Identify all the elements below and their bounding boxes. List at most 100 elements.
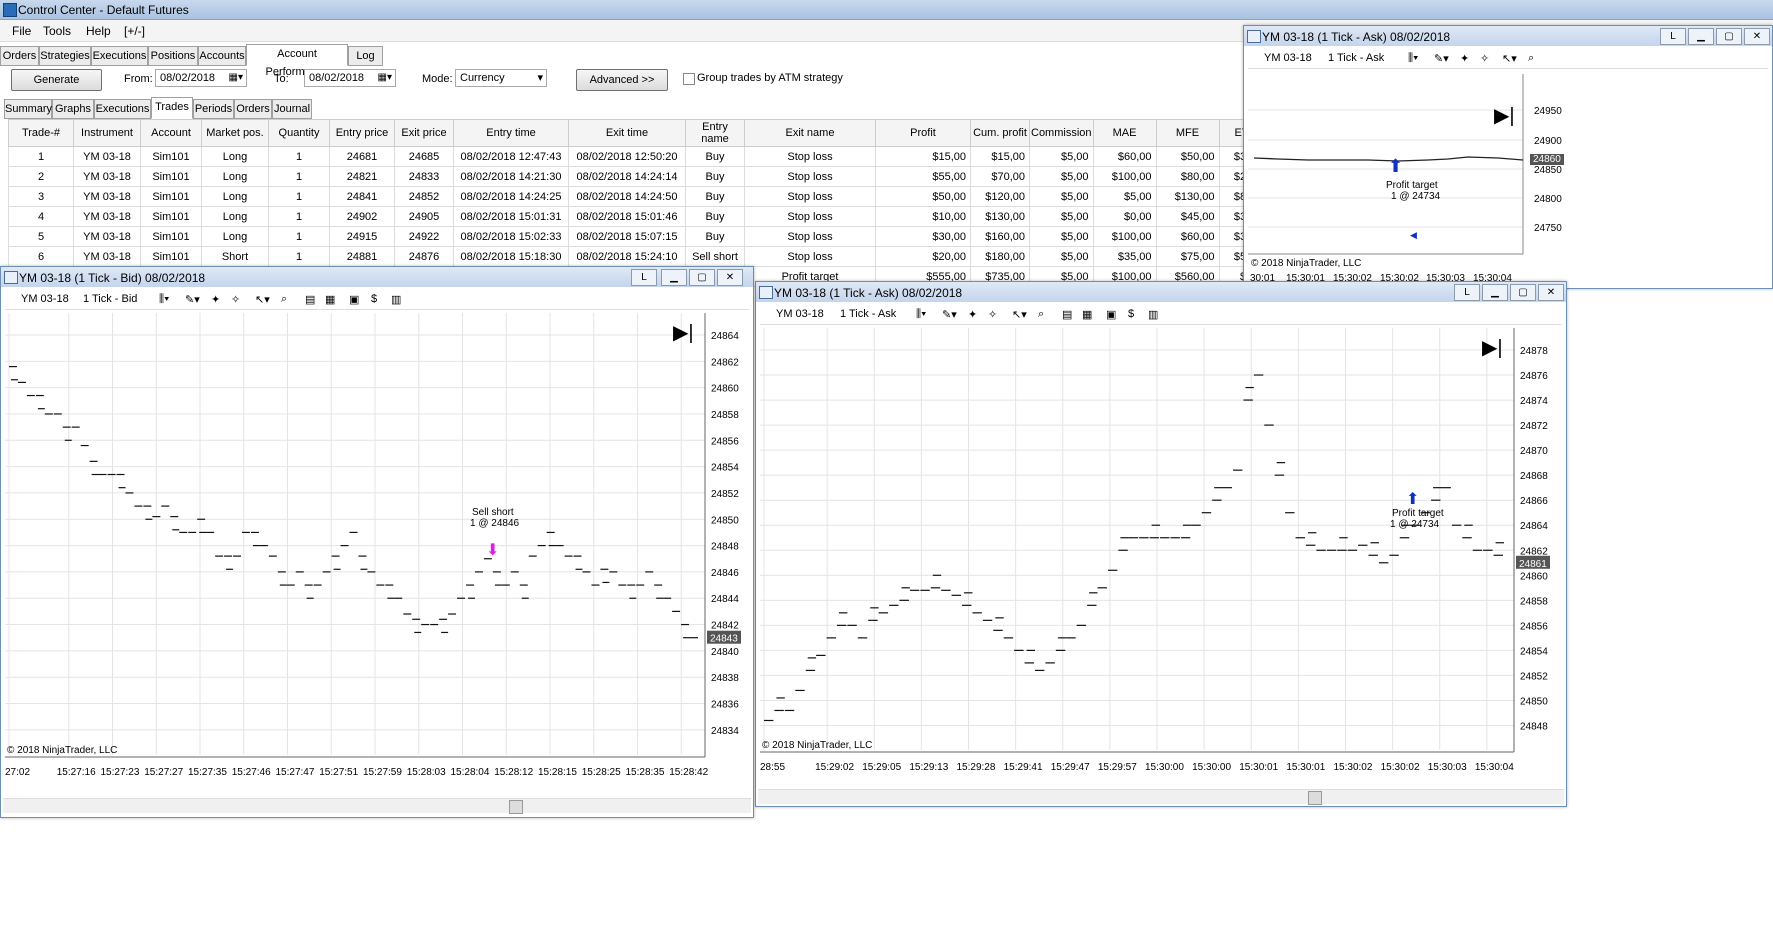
tab-account-performance[interactable]: Account Performance [246, 44, 348, 78]
image-icon[interactable]: ▣ [349, 293, 359, 306]
close-button[interactable]: ✕ [1744, 28, 1770, 45]
data-box-icon[interactable]: ▦ [1082, 308, 1092, 321]
panel-icon[interactable]: ▥ [1148, 308, 1158, 321]
go-to-end-icon[interactable]: ▶| [673, 322, 694, 344]
table-row[interactable]: 6 YM 03-18 Sim101 Short 1 24881 24876 08/02/201… [8, 246, 1273, 267]
close-button[interactable]: ✕ [1538, 284, 1564, 301]
col-entry-price[interactable]: Entry price [329, 119, 395, 147]
table-row[interactable]: 3 YM 03-18 Sim101 Long 1 24841 24852 08/02/2018… [8, 186, 1273, 207]
go-to-end-icon[interactable]: ▶| [1494, 105, 1515, 127]
money-icon[interactable]: $ [371, 293, 377, 305]
maximize-button[interactable]: ▢ [1716, 28, 1742, 45]
scroll-thumb[interactable] [1308, 791, 1322, 805]
drawing-tool-icon[interactable]: ✎▾ [185, 293, 200, 306]
go-to-end-icon[interactable]: ▶| [1482, 337, 1503, 359]
cursor-icon[interactable]: ↖▾ [255, 293, 270, 306]
tab-strategies[interactable]: Strategies [39, 46, 91, 66]
col-account[interactable]: Account [140, 119, 202, 147]
interval-selector[interactable]: 1 Tick - Bid [83, 293, 137, 305]
instrument-selector[interactable]: YM 03-18 [1264, 52, 1312, 64]
menu-help[interactable]: Help [86, 24, 111, 38]
chart-right-plot[interactable]: 24878 24876 24874 24872 24870 24868 24866 24864… [760, 328, 1562, 790]
mode-toggle-button[interactable]: L [1660, 28, 1686, 45]
col-instrument[interactable]: Instrument [73, 119, 141, 147]
col-exit-time[interactable]: Exit time [568, 119, 686, 147]
scroll-thumb[interactable] [509, 800, 523, 814]
menu-toggle[interactable]: [+/-] [124, 24, 145, 38]
subtab-periods[interactable]: Periods [193, 99, 234, 119]
calendar-icon[interactable]: ▦▾ [378, 70, 392, 86]
minimize-button[interactable]: ▁ [1482, 284, 1508, 301]
cursor-icon[interactable]: ↖▾ [1012, 308, 1027, 321]
zoom-icon[interactable]: ⌕ [281, 293, 287, 306]
col-mfe[interactable]: MFE [1155, 119, 1220, 147]
menu-tools[interactable]: Tools [43, 24, 71, 38]
indicator-icon[interactable]: ✦ [211, 293, 220, 306]
table-row[interactable]: 5 YM 03-18 Sim101 Long 1 24915 24922 08/02/2018… [8, 226, 1273, 247]
bar-style-icon[interactable]: ⫼▾ [159, 293, 169, 306]
col-entry-name[interactable]: Entry name [685, 119, 745, 147]
from-date-field[interactable]: 08/02/2018 ▦▾ [155, 69, 247, 87]
tab-executions[interactable]: Executions [91, 46, 148, 66]
bar-style-icon[interactable]: ⫼▾ [1408, 52, 1418, 65]
subtab-executions[interactable]: Executions [94, 99, 151, 119]
col-mae[interactable]: MAE [1092, 119, 1157, 147]
col-cum-profit[interactable]: Cum. profit [970, 119, 1030, 147]
zoom-icon[interactable]: ⌕ [1528, 52, 1534, 65]
chart-left-plot[interactable]: 24864 24862 24860 24858 24856 24854 24852 24850… [5, 313, 749, 795]
strategy-icon[interactable]: ✧ [231, 293, 240, 306]
subtab-journal[interactable]: Journal [272, 99, 312, 119]
tab-accounts[interactable]: Accounts [198, 46, 246, 66]
col-trade-num[interactable]: Trade-# [8, 119, 74, 147]
table-row[interactable]: 2 YM 03-18 Sim101 Long 1 24821 24833 08/02/2018… [8, 166, 1273, 187]
mode-toggle-button[interactable]: L [631, 269, 657, 286]
subtab-summary[interactable]: Summary [4, 99, 52, 119]
interval-selector[interactable]: 1 Tick - Ask [840, 308, 896, 320]
chart-right-scrollbar[interactable] [758, 789, 1564, 805]
tab-positions[interactable]: Positions [148, 46, 198, 66]
image-icon[interactable]: ▣ [1106, 308, 1116, 321]
chart-properties-icon[interactable]: ▤ [305, 293, 315, 306]
drawing-tool-icon[interactable]: ✎▾ [942, 308, 957, 321]
panel-icon[interactable]: ▥ [391, 293, 401, 306]
table-row[interactable]: 1 YM 03-18 Sim101 Long 1 24681 24685 08/02/2018… [8, 146, 1273, 167]
col-market-pos[interactable]: Market pos. [201, 119, 269, 147]
menu-file[interactable]: File [12, 24, 31, 38]
strategy-icon[interactable]: ✧ [988, 308, 997, 321]
col-exit-price[interactable]: Exit price [394, 119, 454, 147]
cursor-icon[interactable]: ↖▾ [1502, 52, 1517, 65]
minimize-button[interactable]: ▁ [661, 269, 687, 286]
mode-toggle-button[interactable]: L [1454, 284, 1480, 301]
col-entry-time[interactable]: Entry time [453, 119, 569, 147]
subtab-orders[interactable]: Orders [234, 99, 272, 119]
indicator-icon[interactable]: ✦ [1460, 52, 1469, 65]
col-quantity[interactable]: Quantity [268, 119, 330, 147]
close-button[interactable]: ✕ [717, 269, 743, 286]
subtab-graphs[interactable]: Graphs [52, 99, 94, 119]
col-profit[interactable]: Profit [875, 119, 971, 147]
data-box-icon[interactable]: ▦ [325, 293, 335, 306]
money-icon[interactable]: $ [1128, 308, 1134, 320]
tab-orders[interactable]: Orders [0, 46, 39, 66]
zoom-icon[interactable]: ⌕ [1038, 308, 1044, 321]
subtab-trades[interactable]: Trades [151, 97, 193, 119]
mode-select[interactable]: Currency ▾ [455, 69, 547, 87]
calendar-icon[interactable]: ▦▾ [229, 70, 243, 86]
chart-top-plot[interactable]: ⬆ Profit target 1 @ 24734 ◀ ▶| 24950 249… [1248, 74, 1768, 288]
advanced-button[interactable]: Advanced >> [576, 69, 668, 91]
maximize-button[interactable]: ▢ [1510, 284, 1536, 301]
to-date-field[interactable]: 08/02/2018 ▦▾ [304, 69, 396, 87]
drawing-tool-icon[interactable]: ✎▾ [1434, 52, 1449, 65]
strategy-icon[interactable]: ✧ [1480, 52, 1489, 65]
indicator-icon[interactable]: ✦ [968, 308, 977, 321]
minimize-button[interactable]: ▁ [1688, 28, 1714, 45]
tab-log[interactable]: Log [348, 46, 383, 66]
instrument-selector[interactable]: YM 03-18 [21, 293, 69, 305]
maximize-button[interactable]: ▢ [689, 269, 715, 286]
group-trades-checkbox[interactable] [683, 73, 695, 85]
col-exit-name[interactable]: Exit name [744, 119, 876, 147]
col-commission[interactable]: Commission [1029, 119, 1094, 147]
instrument-selector[interactable]: YM 03-18 [776, 308, 824, 320]
bar-style-icon[interactable]: ⫼▾ [916, 308, 926, 321]
chart-left-scrollbar[interactable] [3, 798, 751, 814]
